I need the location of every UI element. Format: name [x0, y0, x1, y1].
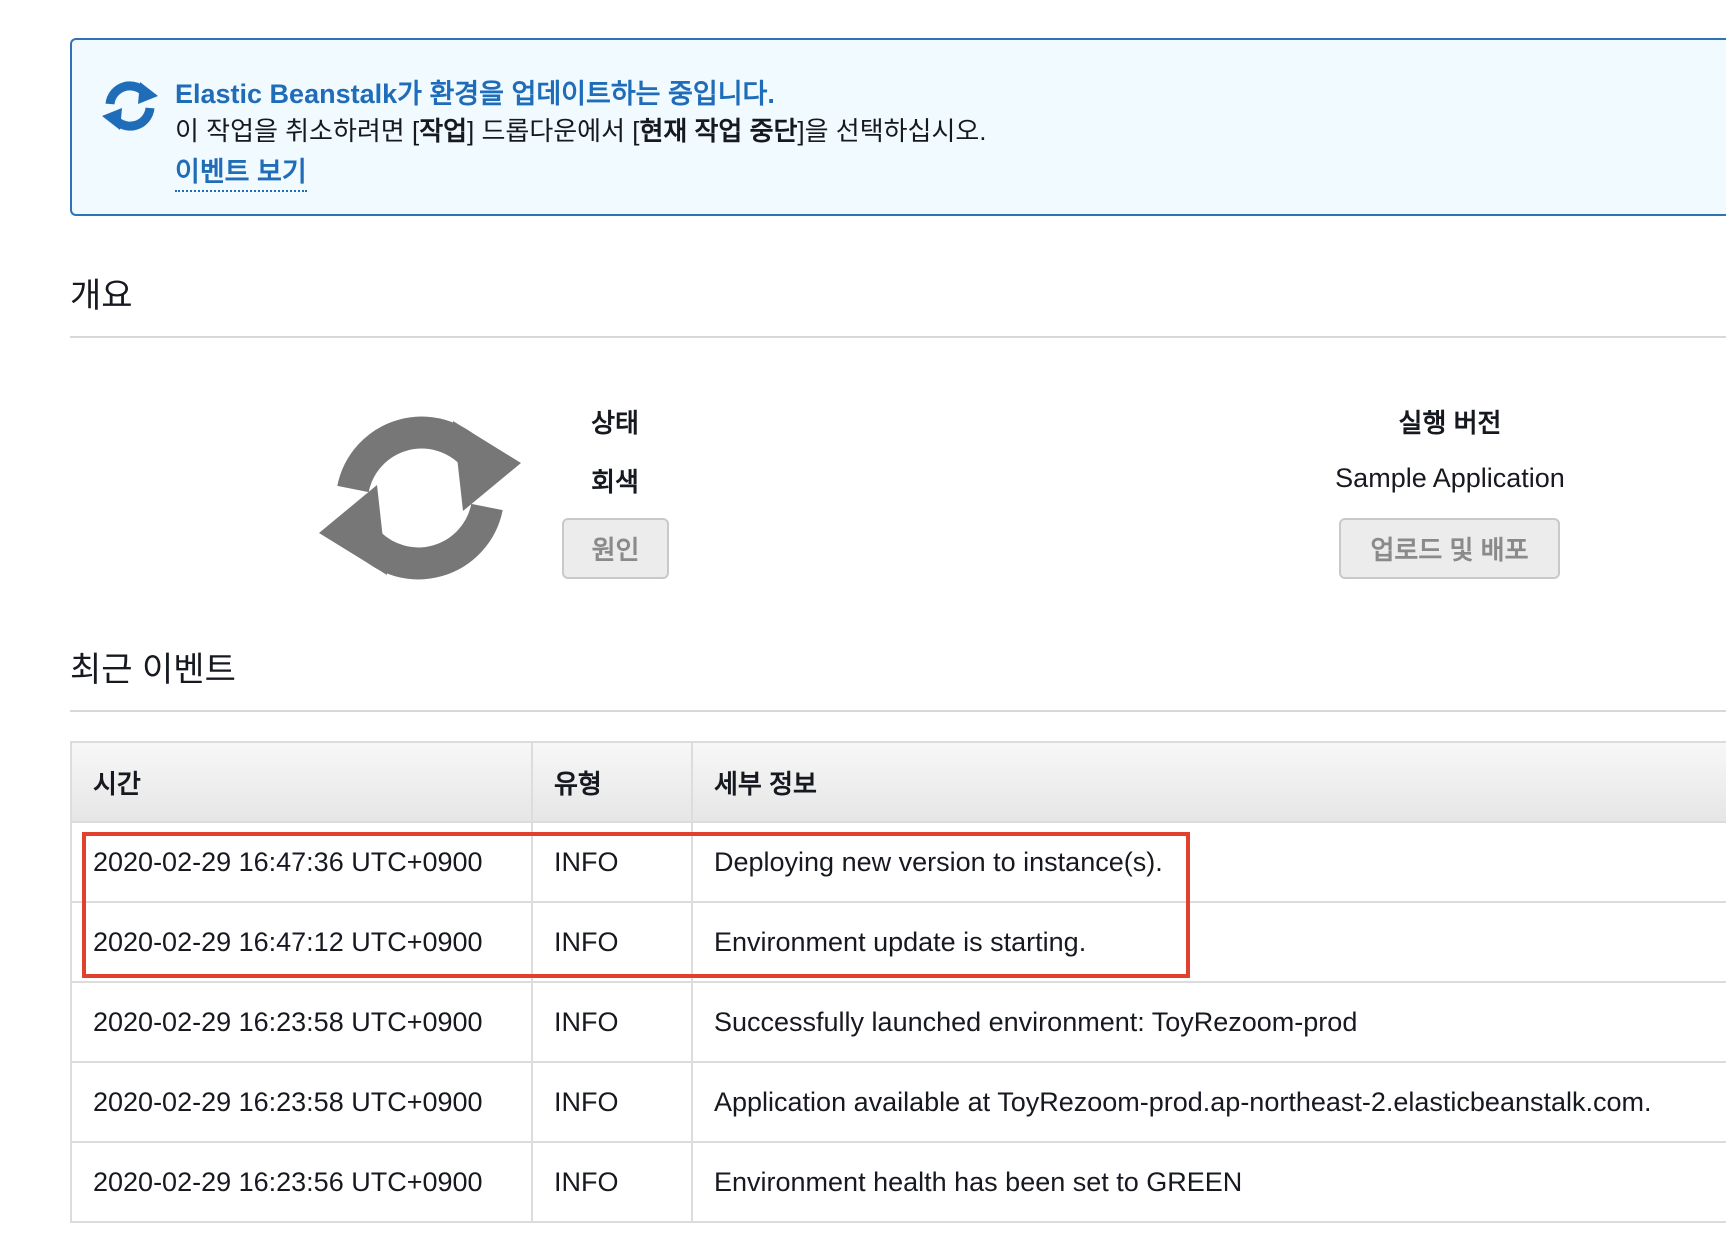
event-details: Environment health has been set to GREEN: [691, 1141, 1726, 1223]
upload-deploy-button[interactable]: 업로드 및 배포: [1339, 518, 1560, 579]
info-banner: Elastic Beanstalk가 환경을 업데이트하는 중입니다. 이 작업…: [70, 38, 1726, 216]
banner-message-abort: 현재 작업 중단: [639, 116, 798, 146]
status-value: 회색: [591, 467, 639, 497]
banner-message-prefix: 이 작업을 취소하려면 [: [175, 116, 420, 146]
column-header-details[interactable]: 세부 정보: [691, 741, 1726, 823]
banner-message-suffix: ]을 선택하십시오.: [797, 116, 987, 146]
view-events-link[interactable]: 이벤트 보기: [175, 150, 307, 192]
recent-events-divider: [70, 710, 1726, 712]
event-time: 2020-02-29 16:47:36 UTC+0900: [70, 821, 533, 903]
event-time: 2020-02-29 16:47:12 UTC+0900: [70, 901, 533, 983]
table-row: 2020-02-29 16:47:36 UTC+0900 INFO Deploy…: [70, 821, 1726, 903]
running-version-label: 실행 버전: [1398, 408, 1502, 438]
event-details: Environment update is starting.: [691, 901, 1726, 983]
event-details: Successfully launched environment: ToyRe…: [691, 981, 1726, 1063]
refresh-icon: [102, 81, 158, 131]
event-type: INFO: [531, 901, 693, 983]
column-header-type[interactable]: 유형: [531, 741, 693, 823]
event-time: 2020-02-29 16:23:56 UTC+0900: [70, 1141, 533, 1223]
event-type: INFO: [531, 1061, 693, 1143]
refresh-icon: [319, 416, 521, 580]
event-details: Deploying new version to instance(s).: [691, 821, 1726, 903]
event-time: 2020-02-29 16:23:58 UTC+0900: [70, 981, 533, 1063]
banner-message: 이 작업을 취소하려면 [작업] 드롭다운에서 [현재 작업 중단]을 선택하십…: [175, 111, 987, 148]
event-type: INFO: [531, 821, 693, 903]
table-row: 2020-02-29 16:47:12 UTC+0900 INFO Enviro…: [70, 901, 1726, 983]
event-details: Application available at ToyRezoom-prod.…: [691, 1061, 1726, 1143]
events-table: 시간 유형 세부 정보 2020-02-29 16:47:36 UTC+0900…: [70, 741, 1726, 1223]
event-type: INFO: [531, 981, 693, 1063]
event-time: 2020-02-29 16:23:58 UTC+0900: [70, 1061, 533, 1143]
banner-message-middle: ] 드롭다운에서 [: [467, 116, 640, 146]
banner-title: Elastic Beanstalk가 환경을 업데이트하는 중입니다.: [175, 79, 775, 109]
event-type: INFO: [531, 1141, 693, 1223]
cause-button[interactable]: 원인: [562, 518, 669, 579]
overview-divider: [70, 336, 1726, 338]
running-version-value: Sample Application: [1335, 463, 1565, 493]
table-row: 2020-02-29 16:23:58 UTC+0900 INFO Succes…: [70, 981, 1726, 1063]
status-label: 상태: [591, 408, 639, 438]
banner-message-action: 작업: [419, 116, 468, 146]
events-table-header: 시간 유형 세부 정보: [70, 741, 1726, 823]
table-row: 2020-02-29 16:23:58 UTC+0900 INFO Applic…: [70, 1061, 1726, 1143]
recent-events-title: 최근 이벤트: [70, 651, 236, 689]
table-row: 2020-02-29 16:23:56 UTC+0900 INFO Enviro…: [70, 1141, 1726, 1223]
overview-title: 개요: [70, 277, 133, 315]
column-header-time[interactable]: 시간: [70, 741, 533, 823]
